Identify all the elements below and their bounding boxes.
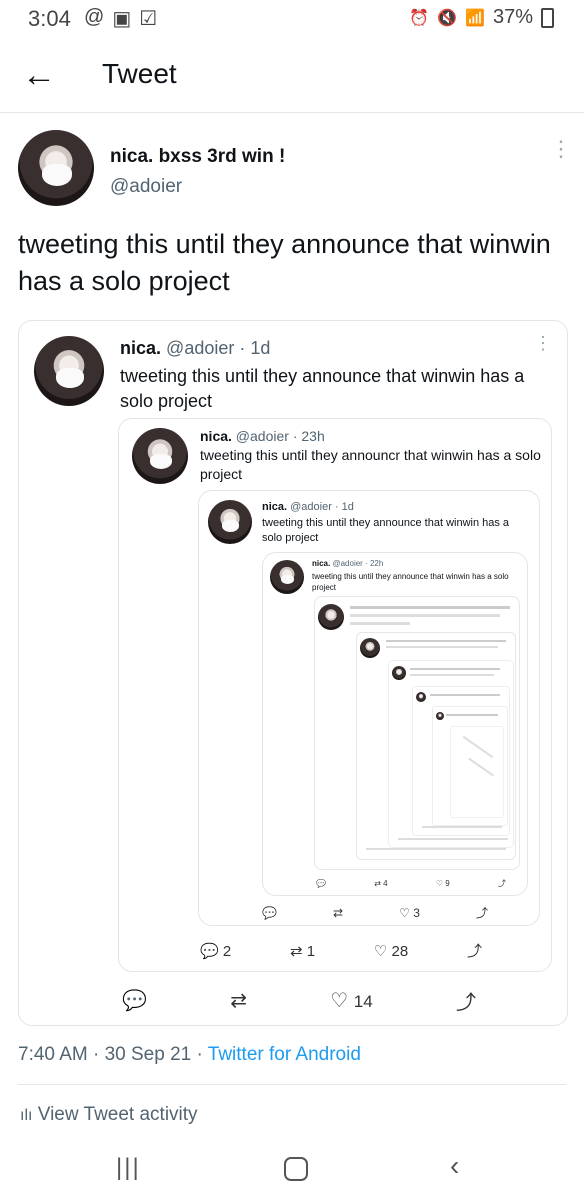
view-tweet-activity-link[interactable]: ılı View Tweet activity xyxy=(20,1104,198,1126)
avatar[interactable] xyxy=(270,560,304,594)
status-time: 3:04 xyxy=(28,6,71,31)
like-count: 14 xyxy=(353,992,373,1011)
home-icon[interactable] xyxy=(284,1157,308,1181)
quote-name: nica. xyxy=(312,559,331,568)
retweet-icon[interactable]: ⇄ xyxy=(333,906,343,920)
back-icon[interactable]: ‹ xyxy=(450,1150,459,1182)
at-icon: @ xyxy=(84,6,105,28)
heart-icon: ♡ xyxy=(330,990,349,1012)
quote-handle-time: @adoier · 1d xyxy=(166,338,271,358)
divider xyxy=(18,1084,566,1085)
quote-text: tweeting this until they announcr that w… xyxy=(200,447,541,482)
share-icon: ⤴ xyxy=(455,992,476,1014)
status-notification-icons: @ ▣ ☑ xyxy=(84,6,157,31)
quote-handle-time: @adoier · 23h xyxy=(235,428,325,444)
retweet-icon: ⇄ xyxy=(230,990,247,1012)
recent-apps-icon[interactable]: ||| xyxy=(116,1154,141,1182)
quote1-actions: 💬 2 ⇄ 1 ♡ 28 ⤴ xyxy=(200,940,482,961)
quote-text: tweeting this until they announce that w… xyxy=(312,572,509,592)
reply-icon: 💬 xyxy=(122,990,147,1012)
tweet-actions: 💬 ⇄ ♡ 14 ⤴ xyxy=(122,986,476,1015)
quote2-actions: 💬 ⇄ ♡ 3 ⤴ xyxy=(262,904,488,921)
heart-icon: ♡ xyxy=(373,942,388,960)
quote-name: nica. xyxy=(120,338,162,358)
quote-handle-time: @adoier · 1d xyxy=(290,501,354,513)
quote-text: tweeting this until they announce that w… xyxy=(262,517,510,544)
check-icon: ☑ xyxy=(139,8,158,30)
reply-button[interactable]: 💬 xyxy=(122,988,147,1013)
like-icon[interactable]: ♡ 9 xyxy=(436,879,450,888)
avatar[interactable] xyxy=(132,428,188,484)
share-button[interactable]: ⤴ xyxy=(456,986,476,1015)
more-options-icon[interactable]: ⋮ xyxy=(534,334,552,352)
back-arrow-icon[interactable]: ← xyxy=(22,58,56,92)
retweet-button[interactable]: ⇄ xyxy=(230,988,247,1013)
retweet-icon: ⇄ xyxy=(289,942,303,960)
tweet-timestamp-line: 7:40 AM · 30 Sep 21 · Twitter for Androi… xyxy=(18,1044,361,1066)
quote4-actions: 💬 ⇄ 4 ♡ 9 ⤴ xyxy=(316,878,506,889)
reply-icon[interactable]: 💬 xyxy=(316,879,326,888)
quote-handle-time: @adoier · 22h xyxy=(332,559,384,568)
avatar[interactable] xyxy=(208,500,252,544)
wifi-signal-icon: 📶 xyxy=(465,9,485,27)
bar-chart-icon: ılı xyxy=(20,1107,33,1124)
tweet-display-name[interactable]: nica. bxss 3rd win ! xyxy=(110,146,285,168)
quote-name: nica. xyxy=(262,501,288,513)
status-system-icons: ⏰ 🔇 📶 37% xyxy=(409,6,554,29)
share-icon: ⤴ xyxy=(466,943,482,960)
share-icon[interactable]: ⤴ xyxy=(476,904,488,921)
quote-name: nica. xyxy=(200,428,232,444)
top-bar: ← Tweet xyxy=(0,44,584,113)
avatar[interactable] xyxy=(18,130,94,206)
reply-icon: 💬 xyxy=(200,942,219,960)
tweet-text: tweeting this until they announce that w… xyxy=(18,229,551,296)
share-icon[interactable]: ⤴ xyxy=(498,878,506,889)
alarm-icon: ⏰ xyxy=(409,9,430,27)
recursive-quotes-illustration xyxy=(310,596,520,872)
activity-label: View Tweet activity xyxy=(37,1104,198,1125)
page-title: Tweet xyxy=(102,58,177,89)
android-nav-bar: ||| ‹ xyxy=(0,1140,584,1200)
avatar[interactable] xyxy=(34,336,104,406)
reply-icon[interactable]: 💬 xyxy=(262,906,277,920)
retweet-button[interactable]: ⇄ 1 xyxy=(290,942,315,960)
tweet-timestamp: 7:40 AM · 30 Sep 21 · xyxy=(18,1044,208,1065)
battery-icon xyxy=(541,7,554,28)
tweet-source-link[interactable]: Twitter for Android xyxy=(208,1044,361,1065)
quote-text: tweeting this until they announce that w… xyxy=(120,366,525,411)
image-icon: ▣ xyxy=(112,8,132,30)
like-icon[interactable]: ♡ 3 xyxy=(399,906,420,920)
like-button[interactable]: ♡ 28 xyxy=(374,942,408,960)
retweet-icon[interactable]: ⇄ 4 xyxy=(374,879,387,888)
like-button[interactable]: ♡ 14 xyxy=(330,988,372,1013)
status-bar: 3:04 @ ▣ ☑ ⏰ 🔇 📶 37% xyxy=(0,0,584,40)
share-button[interactable]: ⤴ xyxy=(467,940,482,961)
tweet-handle[interactable]: @adoier xyxy=(110,176,182,198)
more-options-icon[interactable]: ⋮ xyxy=(550,138,572,160)
reply-button[interactable]: 💬 2 xyxy=(200,942,231,960)
battery-level: 37% xyxy=(492,6,533,28)
mute-icon: 🔇 xyxy=(437,9,458,27)
